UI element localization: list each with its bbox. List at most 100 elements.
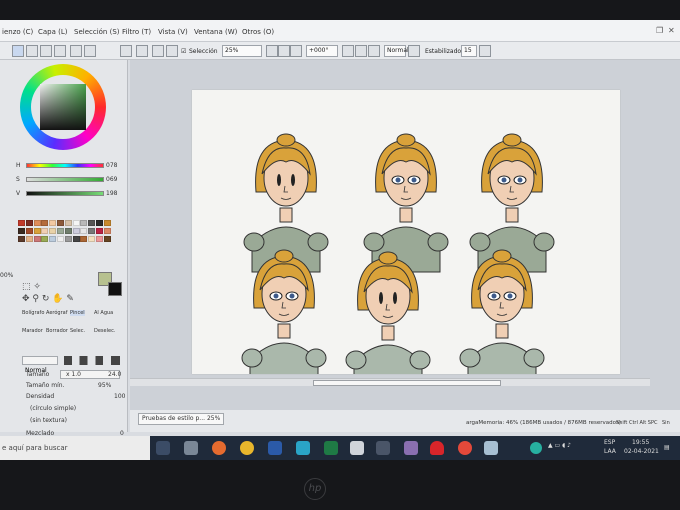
- palette-swatch[interactable]: [33, 236, 41, 242]
- close-icon[interactable]: ✕: [668, 26, 675, 35]
- blend-mode-select[interactable]: Normal: [384, 45, 409, 57]
- view-mode-icon[interactable]: [12, 45, 24, 57]
- taskbar-search[interactable]: e aquí para buscar: [0, 436, 150, 460]
- palette-swatch[interactable]: [41, 236, 49, 242]
- palette-swatch[interactable]: [88, 228, 96, 234]
- document-tab[interactable]: Pruebas de estilo p... 25%: [138, 413, 225, 425]
- chrome-icon[interactable]: [240, 441, 254, 455]
- shape-simple-label[interactable]: (círculo simple): [30, 405, 76, 412]
- rotate-right-icon[interactable]: [355, 45, 367, 57]
- file-explorer-icon[interactable]: [350, 441, 364, 455]
- horizontal-scrollbar[interactable]: [130, 378, 650, 386]
- menu-canvas[interactable]: ienzo (C): [2, 28, 33, 36]
- zoom-fit-icon[interactable]: [290, 45, 302, 57]
- palette-swatch[interactable]: [18, 220, 25, 226]
- horizontal-scroll-thumb[interactable]: [313, 380, 501, 386]
- palette-swatch[interactable]: [25, 220, 33, 226]
- palette-swatch[interactable]: [57, 236, 64, 242]
- primary-color-swatch[interactable]: [108, 282, 122, 296]
- panel-toggle-icon[interactable]: [84, 45, 96, 57]
- palette-swatch[interactable]: [57, 220, 64, 226]
- rotation-select[interactable]: +000°: [306, 45, 338, 57]
- lasso-icon[interactable]: ⬚: [22, 282, 31, 292]
- menu-view[interactable]: Vista (V): [158, 28, 188, 36]
- panel-icon[interactable]: [70, 45, 82, 57]
- menu-selection[interactable]: Selección (S): [74, 28, 120, 36]
- notification-icon[interactable]: ▤: [664, 444, 670, 451]
- stabilizer-select[interactable]: 15: [461, 45, 477, 57]
- palette-swatch[interactable]: [72, 228, 80, 234]
- language-bottom[interactable]: LAA: [604, 448, 616, 455]
- palette-swatch[interactable]: [103, 220, 111, 226]
- canvas-paper[interactable]: [192, 90, 620, 391]
- palette-swatch[interactable]: [64, 236, 72, 242]
- zoom-tool-icon[interactable]: [152, 45, 164, 57]
- brush-mode-select[interactable]: Normal: [22, 356, 58, 374]
- palette-swatch[interactable]: [96, 220, 103, 226]
- restore-icon[interactable]: ❐: [656, 26, 663, 35]
- tool-brush[interactable]: Pincel: [70, 310, 85, 316]
- palette-swatch[interactable]: [88, 220, 96, 226]
- palette-swatch[interactable]: [49, 220, 57, 226]
- tool-deselect[interactable]: Deselec.: [94, 328, 115, 334]
- zoom-in-icon[interactable]: [278, 45, 290, 57]
- tool-select[interactable]: Selec.: [70, 328, 85, 334]
- firefox-icon[interactable]: [212, 441, 226, 455]
- canvas-area[interactable]: [130, 60, 680, 418]
- chrome-browser-icon[interactable]: [458, 441, 472, 455]
- stabilizer-dropdown-icon[interactable]: [479, 45, 491, 57]
- palette-swatch[interactable]: [103, 236, 111, 242]
- paint-tool-sai-icon[interactable]: [484, 441, 498, 455]
- desktop-icon[interactable]: [184, 441, 198, 455]
- palette-swatch[interactable]: [41, 220, 49, 226]
- palette-swatch[interactable]: [64, 228, 72, 234]
- saturation-value-square[interactable]: [40, 84, 86, 130]
- menu-others[interactable]: Otros (O): [242, 28, 274, 36]
- palette-swatch[interactable]: [33, 220, 41, 226]
- menu-window[interactable]: Ventana (W): [194, 28, 237, 36]
- menu-layer[interactable]: Capa (L): [38, 28, 68, 36]
- texture-label[interactable]: (sin textura): [30, 417, 67, 424]
- magic-wand-icon[interactable]: ✧: [33, 282, 41, 292]
- clock-date[interactable]: 02-04-2021: [624, 448, 659, 455]
- hand-icon[interactable]: [136, 45, 148, 57]
- rotate-left-icon[interactable]: [342, 45, 354, 57]
- word-icon[interactable]: [268, 441, 282, 455]
- zoom-icon[interactable]: ⚲: [32, 294, 39, 304]
- move-tool-icon[interactable]: ✥: [22, 294, 30, 304]
- flip-icon[interactable]: [408, 45, 420, 57]
- rotate-icon[interactable]: ↻: [42, 294, 50, 304]
- palette-swatch[interactable]: [96, 228, 103, 234]
- task-view-icon[interactable]: [156, 441, 170, 455]
- heart-app-icon[interactable]: [430, 441, 444, 455]
- game-icon[interactable]: [376, 441, 390, 455]
- clock-time[interactable]: 19:55: [632, 439, 649, 446]
- hue-slider[interactable]: [26, 163, 104, 168]
- palette-swatch[interactable]: [25, 228, 33, 234]
- palette-swatch[interactable]: [64, 220, 72, 226]
- rotate-reset-icon[interactable]: [368, 45, 380, 57]
- rotate-tool-icon[interactable]: [166, 45, 178, 57]
- character-app-icon[interactable]: [404, 441, 418, 455]
- color-palette[interactable]: [18, 220, 112, 272]
- language-top[interactable]: ESP: [604, 439, 615, 446]
- palette-swatch[interactable]: [18, 236, 25, 242]
- palette-swatch[interactable]: [57, 228, 64, 234]
- palette-swatch[interactable]: [96, 236, 103, 242]
- move-icon[interactable]: [120, 45, 132, 57]
- eyedropper-icon[interactable]: ✎: [66, 294, 74, 304]
- zoom-select[interactable]: 25%: [222, 45, 262, 57]
- tray-icons[interactable]: ▲ ▭ ◖ ♪: [548, 442, 571, 449]
- palette-swatch[interactable]: [25, 236, 33, 242]
- palette-swatch[interactable]: [88, 236, 96, 242]
- saturation-slider[interactable]: [26, 177, 104, 182]
- palette-swatch[interactable]: [18, 228, 25, 234]
- tool-eraser[interactable]: Borrador: [46, 328, 68, 334]
- selection-checkbox[interactable]: ☑: [181, 48, 186, 55]
- tool-pen[interactable]: Bolígrafo: [22, 310, 44, 316]
- palette-swatch[interactable]: [80, 236, 88, 242]
- excel-icon[interactable]: [324, 441, 338, 455]
- palette-swatch[interactable]: [80, 228, 88, 234]
- menu-filter[interactable]: Filtro (T): [122, 28, 151, 36]
- palette-swatch[interactable]: [41, 228, 49, 234]
